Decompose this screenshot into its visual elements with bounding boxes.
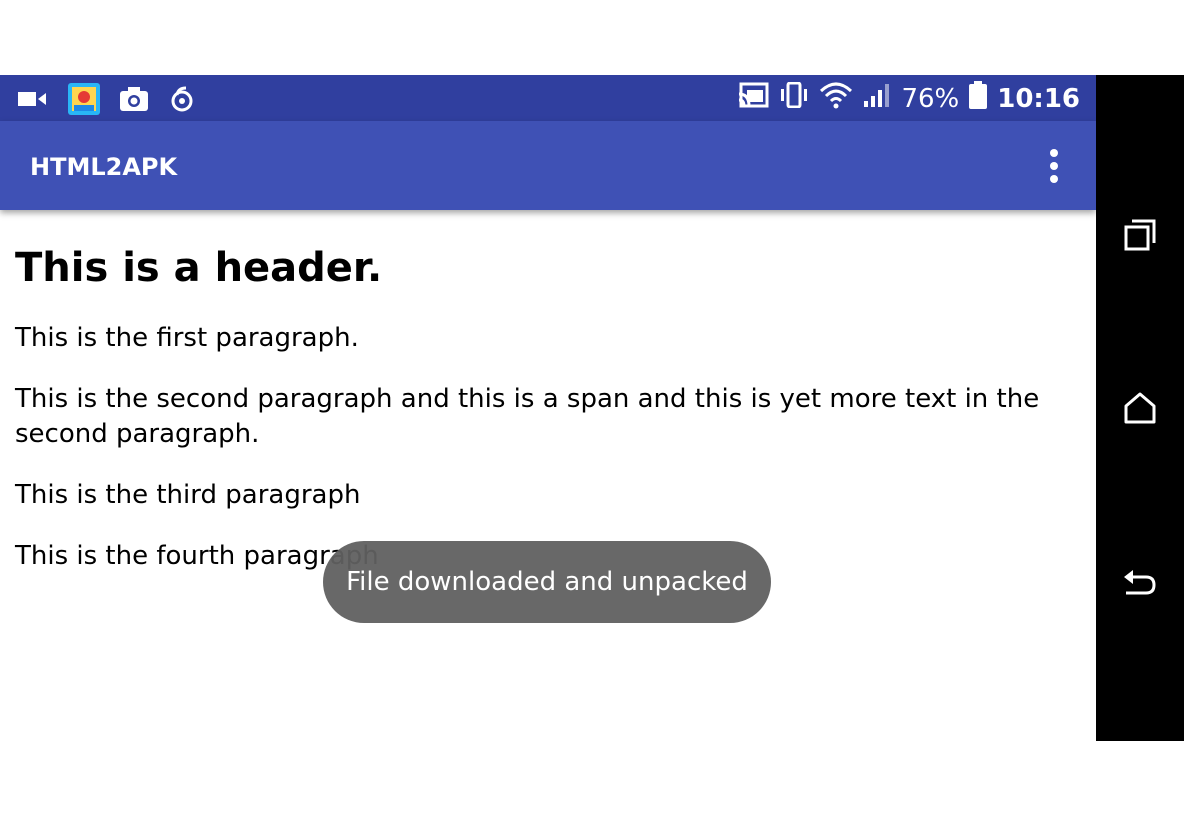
status-right: 76% 10:16 bbox=[737, 81, 1080, 116]
recents-icon[interactable] bbox=[1120, 215, 1160, 255]
paragraph-1: This is the first paragraph. bbox=[15, 323, 359, 353]
battery-icon bbox=[969, 81, 988, 116]
app-screen: 76% 10:16 HTML2APK This is a header. Thi… bbox=[0, 75, 1096, 741]
home-icon[interactable] bbox=[1120, 388, 1160, 428]
status-time: 10:16 bbox=[997, 83, 1080, 114]
navigation-bar bbox=[1096, 75, 1184, 741]
status-bar: 76% 10:16 bbox=[0, 75, 1096, 121]
overflow-menu-icon[interactable] bbox=[1044, 149, 1064, 183]
camera-icon bbox=[120, 87, 148, 116]
cast-icon bbox=[737, 82, 769, 115]
toast-message: File downloaded and unpacked bbox=[323, 541, 771, 623]
signal-icon bbox=[863, 83, 891, 114]
status-left-icons bbox=[18, 83, 196, 120]
paragraph-3: This is the third paragraph bbox=[15, 480, 361, 510]
video-camera-icon bbox=[18, 89, 48, 114]
app-bar: HTML2APK bbox=[0, 121, 1096, 210]
page-header: This is a header. bbox=[15, 245, 383, 291]
gallery-app-icon bbox=[68, 83, 100, 120]
netease-music-icon bbox=[168, 85, 196, 118]
paragraph-2: This is the second paragraph and this is… bbox=[15, 384, 1040, 449]
back-icon[interactable] bbox=[1120, 563, 1160, 603]
app-title: HTML2APK bbox=[30, 153, 178, 181]
wifi-icon bbox=[819, 81, 853, 116]
vibrate-icon bbox=[779, 81, 809, 115]
battery-percent: 76% bbox=[901, 83, 960, 114]
